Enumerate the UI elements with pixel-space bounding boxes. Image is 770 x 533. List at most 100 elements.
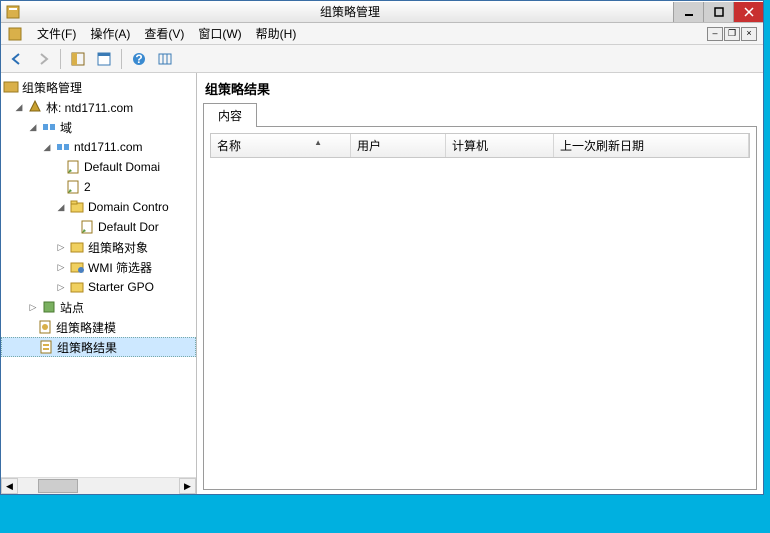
expand-icon[interactable]: ▷ <box>27 301 39 313</box>
gpmc-icon <box>3 79 19 95</box>
toolbar-separator <box>60 49 61 69</box>
tree-horizontal-scrollbar: ◀ ▶ <box>1 477 196 494</box>
expand-icon[interactable]: ▷ <box>55 261 67 273</box>
menu-window[interactable]: 窗口(W) <box>198 25 241 42</box>
tab-content[interactable]: 内容 <box>203 103 257 127</box>
tree-root-label: 组策略管理 <box>22 79 82 96</box>
content-panel: 组策略结果 内容 名称 ▲ 用户 计算机 上一次刷新日期 <box>197 73 763 494</box>
menu-file[interactable]: 文件(F) <box>37 25 76 42</box>
gpo-link-icon <box>79 219 95 235</box>
tree-gpo-2-label: 2 <box>84 180 91 194</box>
menu-help[interactable]: 帮助(H) <box>256 25 297 42</box>
forest-icon <box>27 99 43 115</box>
menu-action[interactable]: 操作(A) <box>90 25 130 42</box>
workarea: 组策略管理 ◢ 林: ntd1711.com ◢ 域 ◢ ntd1711.com <box>1 73 763 494</box>
tree-domains-label: 域 <box>60 119 72 136</box>
titlebar: 组策略管理 <box>1 1 763 23</box>
forward-button[interactable] <box>31 47 55 71</box>
tree-dc-label: Domain Contro <box>88 200 169 214</box>
tree-wmi-label: WMI 筛选器 <box>88 259 152 276</box>
tree-panel: 组策略管理 ◢ 林: ntd1711.com ◢ 域 ◢ ntd1711.com <box>1 73 197 494</box>
window-controls <box>673 2 763 22</box>
gpo-link-icon <box>65 179 81 195</box>
collapse-icon[interactable]: ◢ <box>27 121 39 133</box>
wmi-icon <box>69 259 85 275</box>
column-user[interactable]: 用户 <box>351 134 446 157</box>
domain-icon <box>55 139 71 155</box>
minimize-button[interactable] <box>673 2 703 22</box>
column-name-label: 名称 <box>217 139 241 153</box>
tree-domain-label: ntd1711.com <box>74 140 143 154</box>
expand-icon[interactable]: ▷ <box>55 241 67 253</box>
app-window: 组策略管理 文件(F) 操作(A) 查看(V) 窗口(W) 帮助(H) – ❐ … <box>0 0 764 495</box>
menubar: 文件(F) 操作(A) 查看(V) 窗口(W) 帮助(H) – ❐ × <box>1 23 763 45</box>
expand-icon[interactable]: ▷ <box>55 281 67 293</box>
tree-results[interactable]: 组策略结果 <box>1 337 196 357</box>
results-icon <box>38 339 54 355</box>
collapse-icon[interactable]: ◢ <box>13 101 25 113</box>
tree-forest[interactable]: ◢ 林: ntd1711.com <box>1 97 196 117</box>
tree-forest-label: 林: ntd1711.com <box>46 99 133 116</box>
tree-root[interactable]: 组策略管理 <box>1 77 196 97</box>
show-hide-tree-button[interactable] <box>66 47 90 71</box>
modeling-icon <box>37 319 53 335</box>
close-button[interactable] <box>733 2 763 22</box>
tree-starter-gpo-label: Starter GPO <box>88 280 154 294</box>
mdi-close-button[interactable]: × <box>741 27 757 41</box>
properties-button[interactable] <box>92 47 116 71</box>
list-body[interactable] <box>210 158 750 486</box>
tree-default-domain-label: Default Domai <box>84 160 160 174</box>
tree-modeling-label: 组策略建模 <box>56 319 116 336</box>
tree-wmi-filters[interactable]: ▷ WMI 筛选器 <box>1 257 196 277</box>
tree-domains[interactable]: ◢ 域 <box>1 117 196 137</box>
scroll-right-button[interactable]: ▶ <box>179 478 196 494</box>
tree-default-dc-label: Default Dor <box>98 220 159 234</box>
gpo-link-icon <box>65 159 81 175</box>
view-options-button[interactable] <box>153 47 177 71</box>
tree-sites[interactable]: ▷ 站点 <box>1 297 196 317</box>
list-header: 名称 ▲ 用户 计算机 上一次刷新日期 <box>210 133 750 158</box>
maximize-button[interactable] <box>703 2 733 22</box>
scroll-track[interactable] <box>18 478 179 494</box>
toolbar-separator <box>121 49 122 69</box>
app-icon <box>5 4 21 20</box>
scroll-thumb[interactable] <box>38 479 78 493</box>
tree-modeling[interactable]: 组策略建模 <box>1 317 196 337</box>
tree[interactable]: 组策略管理 ◢ 林: ntd1711.com ◢ 域 ◢ ntd1711.com <box>1 73 196 357</box>
tree-gpo-objects[interactable]: ▷ 组策略对象 <box>1 237 196 257</box>
help-button[interactable]: ? <box>127 47 151 71</box>
folder-icon <box>69 279 85 295</box>
tree-default-dc-policy[interactable]: Default Dor <box>1 217 196 237</box>
column-computer[interactable]: 计算机 <box>446 134 554 157</box>
sites-icon <box>41 299 57 315</box>
tabstrip: 内容 <box>203 102 757 127</box>
tree-sites-label: 站点 <box>60 299 84 316</box>
scroll-left-button[interactable]: ◀ <box>1 478 18 494</box>
domains-icon <box>41 119 57 135</box>
tree-default-domain-policy[interactable]: Default Domai <box>1 157 196 177</box>
tree-results-label: 组策略结果 <box>57 339 117 356</box>
column-last-refresh[interactable]: 上一次刷新日期 <box>554 134 749 157</box>
mdi-controls: – ❐ × <box>707 27 757 41</box>
back-button[interactable] <box>5 47 29 71</box>
tree-domain[interactable]: ◢ ntd1711.com <box>1 137 196 157</box>
content-title: 组策略结果 <box>203 77 757 102</box>
tree-gpo-2[interactable]: 2 <box>1 177 196 197</box>
tree-starter-gpo[interactable]: ▷ Starter GPO <box>1 277 196 297</box>
ou-icon <box>69 199 85 215</box>
tree-domain-controllers[interactable]: ◢ Domain Contro <box>1 197 196 217</box>
window-title: 组策略管理 <box>27 3 673 20</box>
sort-indicator-icon: ▲ <box>314 138 322 147</box>
folder-icon <box>69 239 85 255</box>
collapse-icon[interactable]: ◢ <box>41 141 53 153</box>
list-area: 名称 ▲ 用户 计算机 上一次刷新日期 <box>203 127 757 490</box>
tree-gpo-objects-label: 组策略对象 <box>88 239 148 256</box>
collapse-icon[interactable]: ◢ <box>55 201 67 213</box>
column-name[interactable]: 名称 ▲ <box>211 134 351 157</box>
toolbar: ? <box>1 45 763 73</box>
svg-text:?: ? <box>135 52 142 66</box>
menu-app-icon <box>7 26 23 42</box>
mdi-restore-button[interactable]: ❐ <box>724 27 740 41</box>
menu-view[interactable]: 查看(V) <box>144 25 184 42</box>
mdi-minimize-button[interactable]: – <box>707 27 723 41</box>
